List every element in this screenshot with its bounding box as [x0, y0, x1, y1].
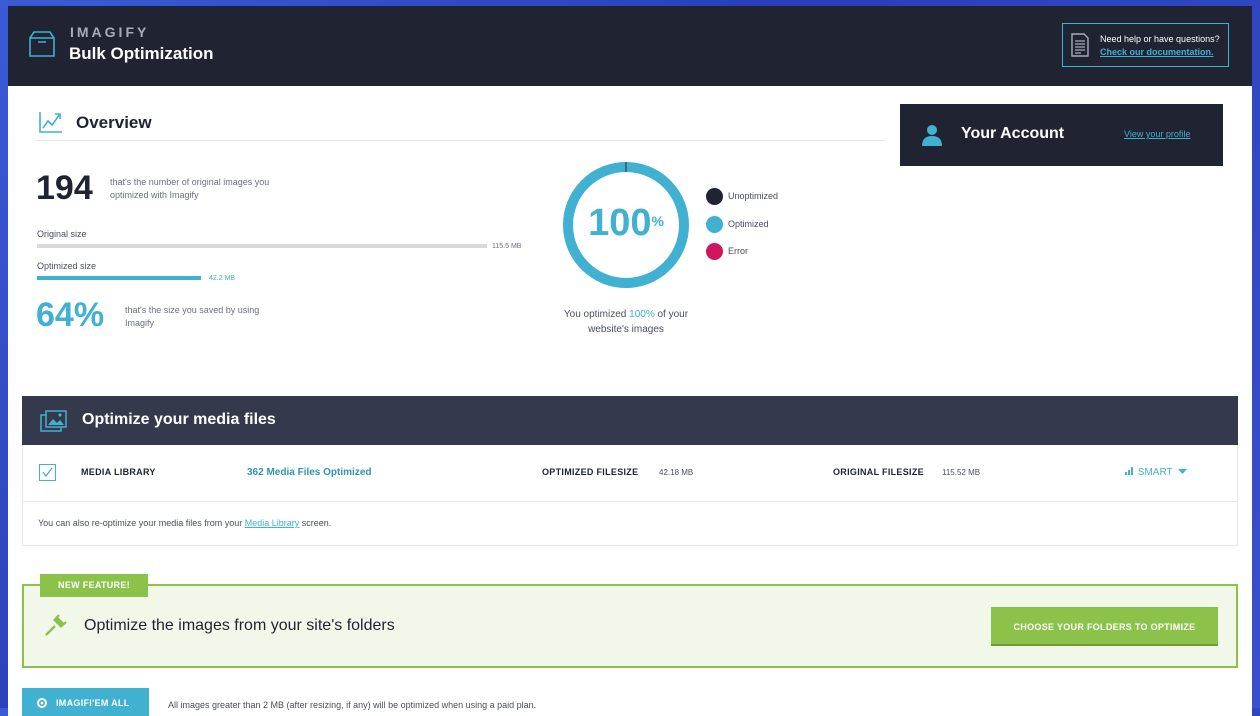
optimization-level-dropdown[interactable]: SMART — [1125, 467, 1188, 478]
legend-label: Optimized — [728, 219, 769, 229]
documentation-link[interactable]: Check our documentation. — [1100, 47, 1214, 57]
check-icon — [42, 467, 53, 478]
optimized-size-bar-fill — [37, 276, 201, 280]
document-icon — [1071, 33, 1089, 57]
optimized-size-bar — [37, 276, 487, 280]
legend-dot-unoptimized — [706, 188, 723, 205]
original-filesize-label: ORIGINAL FILESIZE — [833, 467, 924, 477]
legend-label: Unoptimized — [728, 191, 779, 201]
account-title: Your Account — [961, 125, 1065, 142]
original-size-bar — [37, 244, 487, 248]
saved-desc: that's the size you saved by using Imagi… — [125, 305, 260, 328]
donut-unit: % — [651, 213, 664, 229]
new-feature-text: Optimize the images from your site's fol… — [84, 617, 395, 634]
legend-label: Error — [728, 246, 748, 256]
images-count: 194 — [36, 169, 93, 207]
account-panel: Your Account View your profile — [900, 104, 1223, 166]
gear-icon — [37, 698, 47, 708]
reoptimize-note: You can also re-optimize your media file… — [38, 518, 331, 528]
donut-value: 100% — [559, 202, 693, 244]
signal-bars-icon — [1125, 467, 1133, 475]
bulk-note: All images greater than 2 MB (after resi… — [168, 700, 537, 710]
imagify-all-label: IMAGIFI'EM ALL — [56, 698, 130, 708]
original-size-value: 115.5 MB — [492, 243, 522, 250]
images-count-desc: that's the number of original images you… — [110, 177, 270, 200]
chart-icon — [39, 112, 62, 133]
page-title: Bulk Optimization — [69, 44, 214, 63]
media-section-header: Optimize your media files — [22, 396, 1238, 445]
view-profile-link[interactable]: View your profile — [1124, 129, 1190, 139]
images-icon — [40, 410, 67, 432]
user-icon — [922, 125, 942, 146]
saved-percent: 64% — [36, 296, 105, 334]
media-library-link[interactable]: Media Library — [245, 518, 300, 528]
media-optimized-count-link[interactable]: 362 Media Files Optimized — [247, 467, 371, 478]
brand-logo: IMAGIFY — [70, 24, 150, 40]
donut-caption: You optimized 100% of your website's ima… — [546, 307, 706, 337]
optimization-level-label: SMART — [1137, 467, 1173, 478]
overview-title: Overview — [76, 113, 152, 132]
help-box: Need help or have questions? Check our d… — [1062, 23, 1229, 67]
page-header: IMAGIFY Bulk Optimization Need help or h… — [8, 6, 1252, 86]
media-table: MEDIA LIBRARY 362 Media Files Optimized … — [22, 445, 1238, 546]
new-feature-badge: NEW FEATURE! — [40, 574, 148, 597]
media-section-title: Optimize your media files — [82, 411, 276, 428]
optimized-filesize-label: OPTIMIZED FILESIZE — [542, 467, 639, 477]
media-library-checkbox[interactable] — [39, 464, 56, 481]
legend-dot-optimized — [706, 216, 723, 233]
optimized-filesize-value: 42.18 MB — [659, 468, 694, 477]
help-question: Need help or have questions? — [1100, 34, 1220, 44]
caption-value: 100% — [629, 309, 655, 320]
imagify-all-button[interactable]: IMAGIFI'EM ALL — [22, 688, 149, 716]
plug-icon — [45, 614, 67, 636]
optimized-size-label: Optimized size — [37, 261, 97, 271]
reoptimize-pre: You can also re-optimize your media file… — [38, 518, 245, 528]
chevron-down-icon — [1178, 469, 1188, 474]
original-size-label: Original size — [37, 229, 87, 239]
original-size-bar-fill — [37, 244, 487, 248]
original-filesize-value: 115.52 MB — [942, 468, 981, 477]
imagify-page: IMAGIFY Bulk Optimization Need help or h… — [8, 6, 1252, 716]
row-divider — [23, 501, 1237, 502]
divider — [36, 140, 886, 141]
box-icon — [29, 31, 55, 57]
legend-dot-error — [706, 243, 723, 260]
donut-number: 100 — [588, 202, 652, 244]
choose-folders-button[interactable]: CHOOSE YOUR FOLDERS TO OPTIMIZE — [991, 607, 1218, 646]
reoptimize-post: screen. — [299, 518, 332, 528]
caption-pre: You optimized — [563, 309, 630, 320]
media-library-name: MEDIA LIBRARY — [81, 467, 156, 477]
optimized-size-value: 42.2 MB — [209, 275, 236, 282]
